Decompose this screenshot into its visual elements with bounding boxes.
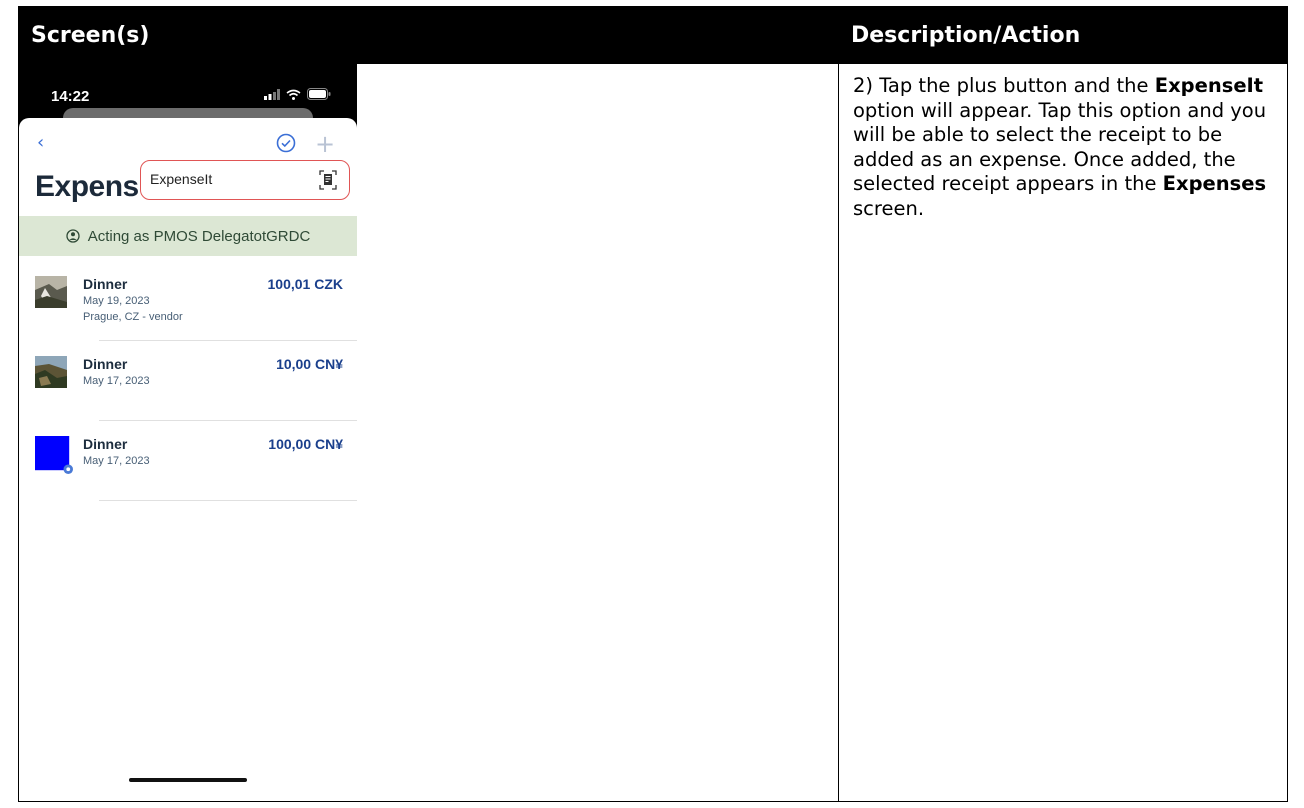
header-description: Description/Action (838, 6, 1288, 64)
receipt-thumbnail (35, 356, 67, 388)
plus-icon[interactable]: + (315, 130, 335, 158)
expenses-term: Expenses (1162, 172, 1267, 195)
expense-date: May 17, 2023 (83, 455, 150, 467)
acting-as-banner: Acting as PMOS DelegatotGRDC (19, 216, 357, 256)
description-cell: 2) Tap the plus button and the ExpenseIt… (838, 63, 1288, 802)
expense-amount: 100,01 CZK (267, 276, 343, 292)
battery-icon (307, 88, 331, 100)
status-time: 14:22 (51, 88, 90, 105)
expenses-sheet: ‹ + Expens ExpenseIt Acting as PMOS Dele… (19, 118, 357, 800)
row-divider (99, 500, 357, 501)
receipt-thumbnail (35, 276, 67, 308)
status-bar: 14:22 (19, 64, 357, 114)
row-divider (99, 420, 357, 421)
receipt-thumbnail (35, 436, 73, 474)
description-text: 2) Tap the plus button and the ExpenseIt… (853, 74, 1267, 220)
expense-name: Dinner (83, 356, 128, 372)
expense-amount: 100,00 CN¥ (268, 436, 343, 452)
user-circle-icon (66, 229, 80, 243)
phone-screenshot: 14:22 ‹ + Expens ExpenseIt Acting as PMO… (19, 64, 357, 800)
row-divider (99, 340, 357, 341)
home-indicator (129, 778, 247, 782)
expenseit-option[interactable]: ExpenseIt (140, 160, 350, 200)
signal-icon (264, 88, 280, 100)
expense-amount: 10,00 CN¥ (276, 356, 343, 372)
expenseit-term: ExpenseIt (1154, 74, 1264, 97)
expenseit-option-label: ExpenseIt (150, 171, 213, 187)
check-circle-icon[interactable] (276, 133, 296, 153)
expense-name: Dinner (83, 276, 128, 292)
chevron-left-icon[interactable]: ‹ (37, 132, 44, 153)
scan-receipt-icon (319, 170, 337, 190)
wifi-icon (286, 89, 301, 100)
expense-name: Dinner (83, 436, 128, 452)
acting-as-text: Acting as PMOS DelegatotGRDC (87, 227, 311, 245)
expense-location: Prague, CZ - vendor (83, 311, 183, 323)
expense-date: May 17, 2023 (83, 375, 150, 387)
header-screens: Screen(s) (18, 6, 839, 64)
page-title: Expens (35, 170, 139, 203)
expense-date: May 19, 2023 (83, 295, 150, 307)
